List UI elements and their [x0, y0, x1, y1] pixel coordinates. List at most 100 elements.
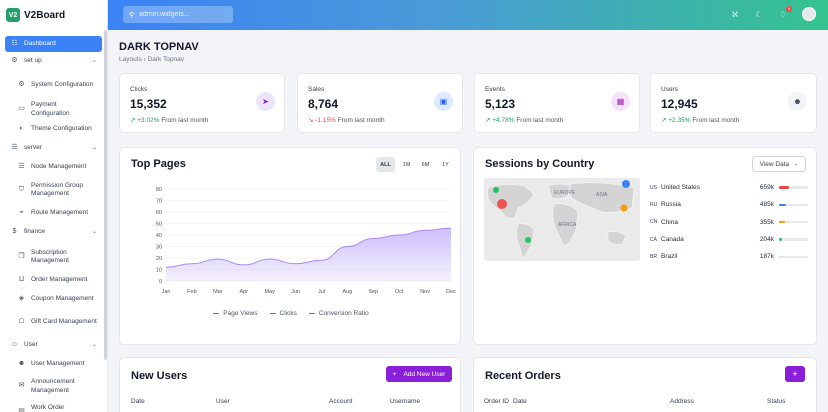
y-tick-label: 50: [156, 222, 162, 228]
y-tick-label: 0: [159, 279, 162, 285]
dollar-icon: $: [12, 228, 17, 236]
stat-change-suffix: From last month: [337, 117, 385, 124]
sidebar-item-server[interactable]: ☰ server ⌄: [5, 139, 102, 158]
y-tick-label: 70: [156, 199, 162, 205]
sidebar-item-set-up[interactable]: ⚙ set up ⌄: [5, 52, 102, 71]
calendar-icon: ▦: [611, 92, 630, 111]
coupon-icon: ◈: [18, 294, 25, 302]
stat-card-sales: Sales 8,764 ↘ -1.15% From last month ▣: [297, 73, 463, 133]
sidebar-nav: ☷ Dashboard ⚙ set up ⌄ ⚙ System Configuration ▭…: [0, 30, 107, 412]
map-label: AFRICA: [558, 222, 577, 228]
column-header[interactable]: Address: [670, 398, 694, 405]
stat-label: Sales: [308, 86, 325, 93]
country-value: 187k: [759, 253, 774, 261]
stat-change-suffix: From last month: [692, 117, 740, 124]
stat-value: 15,352: [130, 97, 167, 111]
gear-icon: ⚙: [11, 57, 18, 65]
topbar: ⚲ ℵ ☾ ♢5: [108, 0, 828, 30]
country-code: RU: [650, 201, 658, 208]
user-icon: ☺: [10, 341, 19, 349]
sidebar-item-coupon-management[interactable]: ◈ Coupon Management: [5, 289, 102, 309]
country-row: RU Russia 485k: [650, 196, 808, 213]
sidebar-item-announcement-management[interactable]: ✉ Announcement Management: [5, 374, 102, 399]
sidebar-item-label: System Configuration: [31, 80, 94, 88]
sidebar-item-gift-card-management[interactable]: ☖ Gift Card Management: [5, 309, 102, 336]
sidebar-item-label: User: [24, 341, 38, 349]
stat-value: 5,123: [485, 97, 516, 111]
map-label: EUROPE: [554, 190, 576, 196]
add-new-user-button[interactable]: + Add New User: [386, 366, 452, 382]
bell-icon[interactable]: ♢ 5: [778, 5, 792, 19]
sidebar-item-route-management[interactable]: ⌖ Route Management: [5, 204, 102, 222]
column-header[interactable]: Order ID: [484, 398, 509, 405]
moon-icon[interactable]: ☾: [754, 10, 764, 19]
sidebar-item-work-order-management[interactable]: ▤ Work Order Management: [5, 399, 102, 412]
column-header[interactable]: Account: [329, 398, 353, 405]
x-tick-label: May: [264, 289, 275, 295]
add-order-button[interactable]: +: [785, 366, 805, 382]
brand[interactable]: V2 V2Board: [0, 0, 107, 30]
sidebar-item-user[interactable]: ☺ User ⌄: [5, 336, 102, 355]
stat-change: ↗ +3.02% From last month: [130, 116, 208, 124]
server-icon: ☰: [11, 144, 18, 152]
sidebar-item-permission-group-management[interactable]: ⛉ Permission Group Management: [5, 176, 102, 204]
column-header[interactable]: Username: [390, 398, 420, 405]
stat-card-events: Events 5,123 ↗ +4.78% From last month ▦: [474, 73, 640, 133]
country-progress-bar: [779, 220, 808, 224]
legend-swatch: [269, 312, 276, 315]
world-map[interactable]: EUROPE ASIA AFRICA: [484, 178, 640, 261]
country-code: US: [650, 184, 657, 191]
x-tick-label: Feb: [187, 289, 196, 295]
country-progress-fill: [779, 220, 785, 224]
y-tick-label: 40: [156, 233, 162, 239]
series-area: [166, 228, 451, 281]
sidebar-item-user-management[interactable]: ☻ User Management: [5, 355, 102, 374]
cursor-icon: ➤: [256, 92, 275, 111]
sidebar-item-order-management[interactable]: ⨿ Order Management: [5, 271, 102, 289]
main-content: DARK TOPNAV Layouts › Dark Topnav Clicks…: [108, 30, 828, 412]
new-users-card: New Users + Add New User Date User Accou…: [119, 357, 461, 412]
x-tick-label: Aug: [342, 289, 352, 295]
sidebar-item-label: Order Management: [31, 275, 88, 283]
avatar[interactable]: [802, 7, 816, 21]
legend-item[interactable]: Conversion Ratio: [308, 310, 369, 317]
sidebar-item-subscription-management[interactable]: ❐ Subscription Management: [5, 243, 102, 271]
country-name: Brazil: [661, 253, 678, 261]
map-label: ASIA: [596, 192, 608, 198]
y-tick-label: 60: [156, 210, 162, 216]
sidebar-item-node-management[interactable]: ☰ Node Management: [5, 158, 102, 176]
trend-up-icon: ↗: [130, 117, 136, 124]
users-icon: ☻: [17, 360, 26, 368]
translate-icon[interactable]: ℵ: [730, 10, 740, 19]
chevron-down-icon: ⌄: [91, 144, 97, 151]
legend-label: Clicks: [279, 310, 297, 317]
country-row: CA Canada 204k: [650, 231, 808, 248]
y-tick-label: 20: [156, 256, 162, 262]
column-header[interactable]: User: [216, 398, 230, 405]
chart-legend: Page Views Clicks Conversion Ratio: [120, 310, 462, 317]
sidebar-item-system-configuration[interactable]: ⚙ System Configuration: [5, 71, 102, 99]
legend-item[interactable]: Clicks: [269, 310, 297, 317]
column-header[interactable]: Date: [513, 398, 527, 405]
country-code: CN: [650, 219, 658, 226]
sidebar-item-label: Permission Group Management: [31, 181, 84, 197]
sidebar-item-theme-configuration[interactable]: ◐ Theme Configuration: [5, 120, 102, 139]
country-name: Canada: [661, 236, 684, 244]
breadcrumb-item[interactable]: Layouts: [119, 56, 142, 63]
x-tick-label: Dec: [446, 289, 456, 295]
search-box[interactable]: ⚲: [123, 6, 233, 23]
search-input[interactable]: [139, 11, 230, 18]
sidebar-item-payment-configuration[interactable]: ▭ Payment Configuration: [5, 99, 102, 120]
country-row: CN China 355k: [650, 214, 808, 231]
sidebar-item-finance[interactable]: $ finance ⌄: [5, 222, 102, 243]
country-name: China: [661, 218, 678, 226]
brand-logo: V2: [6, 8, 20, 22]
column-header[interactable]: Status: [767, 398, 785, 405]
country-progress-fill: [779, 203, 787, 207]
top-pages-card: Top Pages ALL 1M 6M 1Y 0 10 20 30 40 50 60 70 80 Jan…: [119, 147, 461, 345]
legend-item[interactable]: Page Views: [213, 310, 258, 317]
column-header[interactable]: Date: [131, 398, 145, 405]
view-data-button[interactable]: View Data ⌄: [752, 156, 806, 172]
sidebar-scrollbar[interactable]: [104, 30, 107, 360]
sidebar-item-dashboard[interactable]: ☷ Dashboard: [5, 36, 102, 52]
